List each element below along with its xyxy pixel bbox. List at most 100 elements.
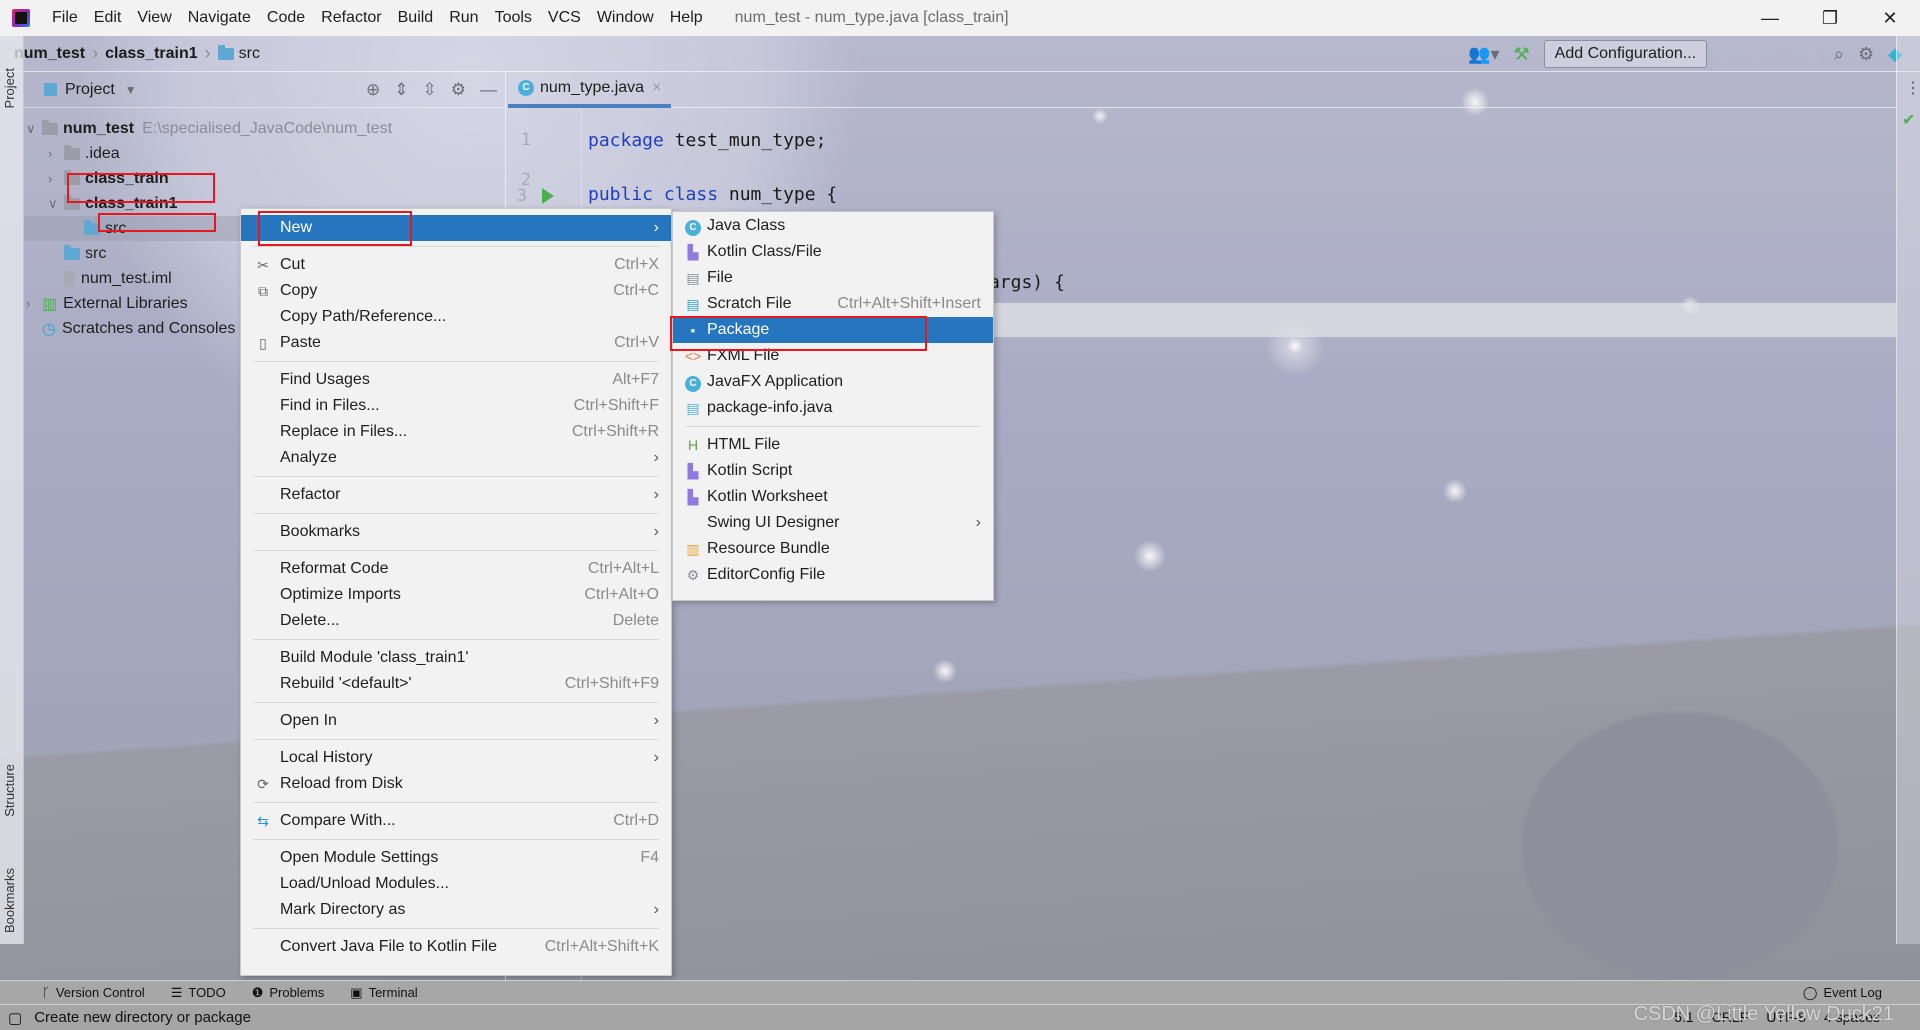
chevron-right-icon[interactable]: › bbox=[48, 171, 52, 186]
project-side-tab[interactable]: Project bbox=[2, 68, 17, 108]
code-line-3[interactable]: public class num_type { bbox=[588, 184, 837, 206]
chevron-down-icon[interactable]: ∨ bbox=[26, 121, 36, 137]
todo-tab[interactable]: ☰ TODO bbox=[171, 985, 226, 1001]
menu-item-bookmarks[interactable]: Bookmarks › bbox=[241, 519, 671, 545]
menu-refactor[interactable]: Refactor bbox=[313, 9, 389, 27]
debug-icon[interactable]: ✱ bbox=[1749, 44, 1764, 65]
code-line-1[interactable]: package test_mun_type; bbox=[588, 130, 826, 152]
menu-file[interactable]: File bbox=[44, 9, 86, 27]
inspection-ok-icon[interactable]: ✔ bbox=[1902, 110, 1915, 130]
menu-item-swing-ui-designer[interactable]: Swing UI Designer › bbox=[673, 510, 993, 536]
menu-item-replace-in-files[interactable]: Replace in Files... Ctrl+Shift+R bbox=[241, 419, 671, 445]
terminal-tab[interactable]: ▣ Terminal bbox=[350, 985, 417, 1001]
menu-item-refactor[interactable]: Refactor › bbox=[241, 482, 671, 508]
breadcrumb-project[interactable]: num_test bbox=[14, 45, 85, 63]
menu-item-new[interactable]: New › bbox=[241, 215, 671, 241]
chevron-right-icon[interactable]: › bbox=[48, 146, 52, 161]
shortcut-label: Ctrl+Shift+F9 bbox=[564, 675, 659, 692]
add-configuration-button[interactable]: Add Configuration... bbox=[1543, 40, 1708, 68]
menu-navigate[interactable]: Navigate bbox=[180, 9, 259, 27]
menu-item-find-in-files[interactable]: Find in Files... Ctrl+Shift+F bbox=[241, 393, 671, 419]
version-control-tab[interactable]: ᚴ Version Control bbox=[42, 985, 145, 1000]
menu-item-reload-from-disk[interactable]: ⟳ Reload from Disk bbox=[241, 771, 671, 797]
chevron-down-icon[interactable]: ▼ bbox=[125, 83, 137, 97]
menu-item-copy[interactable]: ⧉ Copy Ctrl+C bbox=[241, 278, 671, 304]
more-options-icon[interactable]: ⋮ bbox=[1905, 78, 1920, 98]
menu-item-javafx-application[interactable]: C JavaFX Application bbox=[673, 369, 993, 395]
structure-side-tab[interactable]: Structure bbox=[2, 764, 17, 817]
menu-item-delete[interactable]: Delete... Delete bbox=[241, 608, 671, 634]
menu-item-optimize-imports[interactable]: Optimize Imports Ctrl+Alt+O bbox=[241, 582, 671, 608]
menu-item-resource-bundle[interactable]: ▥ Resource Bundle bbox=[673, 536, 993, 562]
settings-gear-icon[interactable]: ⚙ bbox=[1858, 44, 1874, 65]
menu-item-html-file[interactable]: H HTML File bbox=[673, 432, 993, 458]
menu-run[interactable]: Run bbox=[441, 9, 486, 27]
run-gutter-icon[interactable] bbox=[542, 188, 554, 204]
menu-item-package-info-java[interactable]: ▤ package-info.java bbox=[673, 395, 993, 421]
menu-item-package[interactable]: ▪ Package bbox=[673, 317, 993, 343]
minimize-button[interactable]: — bbox=[1740, 0, 1800, 36]
menu-item-kotlin-worksheet[interactable]: ▙ Kotlin Worksheet bbox=[673, 484, 993, 510]
menu-item-rebuild-default[interactable]: Rebuild '<default>' Ctrl+Shift+F9 bbox=[241, 671, 671, 697]
menu-item-analyze[interactable]: Analyze › bbox=[241, 445, 671, 471]
menu-item-find-usages[interactable]: Find Usages Alt+F7 bbox=[241, 367, 671, 393]
menu-build[interactable]: Build bbox=[390, 9, 442, 27]
run-icon[interactable]: ▶ bbox=[1721, 44, 1735, 65]
menu-item-fxml-file[interactable]: <> FXML File bbox=[673, 343, 993, 369]
problems-tab[interactable]: ❶ Problems bbox=[252, 985, 325, 1001]
breadcrumb-src[interactable]: src bbox=[239, 45, 260, 63]
expand-all-icon[interactable]: ⇕ bbox=[394, 80, 408, 100]
menu-item-scratch-file[interactable]: ▤ Scratch File Ctrl+Alt+Shift+Insert bbox=[673, 291, 993, 317]
menu-edit[interactable]: Edit bbox=[86, 9, 130, 27]
chevron-right-icon[interactable]: › bbox=[26, 296, 30, 311]
menu-item-local-history[interactable]: Local History › bbox=[241, 745, 671, 771]
library-icon: ▥ bbox=[42, 295, 58, 313]
menu-item-kotlin-class-file[interactable]: ▙ Kotlin Class/File bbox=[673, 239, 993, 265]
menu-item-cut[interactable]: ✂ Cut Ctrl+X bbox=[241, 252, 671, 278]
menu-item-file[interactable]: ▤ File bbox=[673, 265, 993, 291]
menu-help[interactable]: Help bbox=[662, 9, 711, 27]
menu-vcs[interactable]: VCS bbox=[540, 9, 589, 27]
bookmarks-side-tab[interactable]: Bookmarks bbox=[2, 868, 17, 933]
menu-item-load-unload-modules[interactable]: Load/Unload Modules... bbox=[241, 871, 671, 897]
menu-window[interactable]: Window bbox=[589, 9, 662, 27]
menu-item-mark-directory-as[interactable]: Mark Directory as › bbox=[241, 897, 671, 923]
close-tab-icon[interactable]: × bbox=[652, 79, 661, 97]
menu-item-build-module-class-train1[interactable]: Build Module 'class_train1' bbox=[241, 645, 671, 671]
status-toggle-icon[interactable]: ▢ bbox=[8, 1009, 22, 1027]
menu-code[interactable]: Code bbox=[259, 9, 313, 27]
coverage-icon[interactable]: ◧ bbox=[1778, 44, 1795, 65]
tree-item-label: class_train1 bbox=[85, 194, 178, 212]
restore-button[interactable]: ❐ bbox=[1800, 0, 1860, 36]
menu-item-kotlin-script[interactable]: ▙ Kotlin Script bbox=[673, 458, 993, 484]
menu-item-java-class[interactable]: C Java Class bbox=[673, 213, 993, 239]
menu-item-convert-java-file-to-kotlin-file[interactable]: Convert Java File to Kotlin File Ctrl+Alt… bbox=[241, 934, 671, 960]
locate-file-icon[interactable]: ⊕ bbox=[366, 80, 380, 100]
stop-icon[interactable]: ■ bbox=[1809, 44, 1820, 65]
tree-item-idea[interactable]: › .idea bbox=[24, 141, 506, 166]
chevron-down-icon[interactable]: ∨ bbox=[48, 196, 58, 212]
main-toolbar: 👥▾ ⚒ Add Configuration... ▶ ✱ ◧ ■ ⌕ ⚙ ◆ bbox=[1468, 36, 1902, 72]
vcs-user-icon[interactable]: 👥▾ bbox=[1468, 44, 1499, 65]
breadcrumb-module[interactable]: class_train1 bbox=[105, 45, 198, 63]
hide-panel-icon[interactable]: — bbox=[480, 80, 497, 100]
menu-item-editorconfig-file[interactable]: ⚙ EditorConfig File bbox=[673, 562, 993, 588]
build-hammer-icon[interactable]: ⚒ bbox=[1514, 44, 1530, 65]
search-icon[interactable]: ⌕ bbox=[1834, 44, 1844, 65]
menu-tools[interactable]: Tools bbox=[487, 9, 540, 27]
collapse-all-icon[interactable]: ⇳ bbox=[423, 80, 437, 100]
tree-item-class-train[interactable]: › class_train bbox=[24, 166, 506, 191]
tree-item-num-test[interactable]: ∨ num_test E:\specialised_JavaCode\num_tes… bbox=[24, 116, 506, 141]
tab-num-type-java[interactable]: C num_type.java × bbox=[508, 72, 672, 108]
menu-item-copy-path-reference[interactable]: Copy Path/Reference... bbox=[241, 304, 671, 330]
close-button[interactable]: ✕ bbox=[1860, 0, 1920, 36]
menu-item-open-in[interactable]: Open In › bbox=[241, 708, 671, 734]
menu-item-reformat-code[interactable]: Reformat Code Ctrl+Alt+L bbox=[241, 556, 671, 582]
event-log-tab[interactable]: ◯ Event Log bbox=[1803, 985, 1882, 1001]
options-gear-icon[interactable]: ⚙ bbox=[451, 80, 466, 100]
menu-view[interactable]: View bbox=[129, 9, 179, 27]
menu-item-compare-with[interactable]: ⇆ Compare With... Ctrl+D bbox=[241, 808, 671, 834]
menu-item-open-module-settings[interactable]: Open Module Settings F4 bbox=[241, 845, 671, 871]
menu-item-paste[interactable]: ▯ Paste Ctrl+V bbox=[241, 330, 671, 356]
project-view-selector[interactable]: Project bbox=[65, 81, 115, 99]
